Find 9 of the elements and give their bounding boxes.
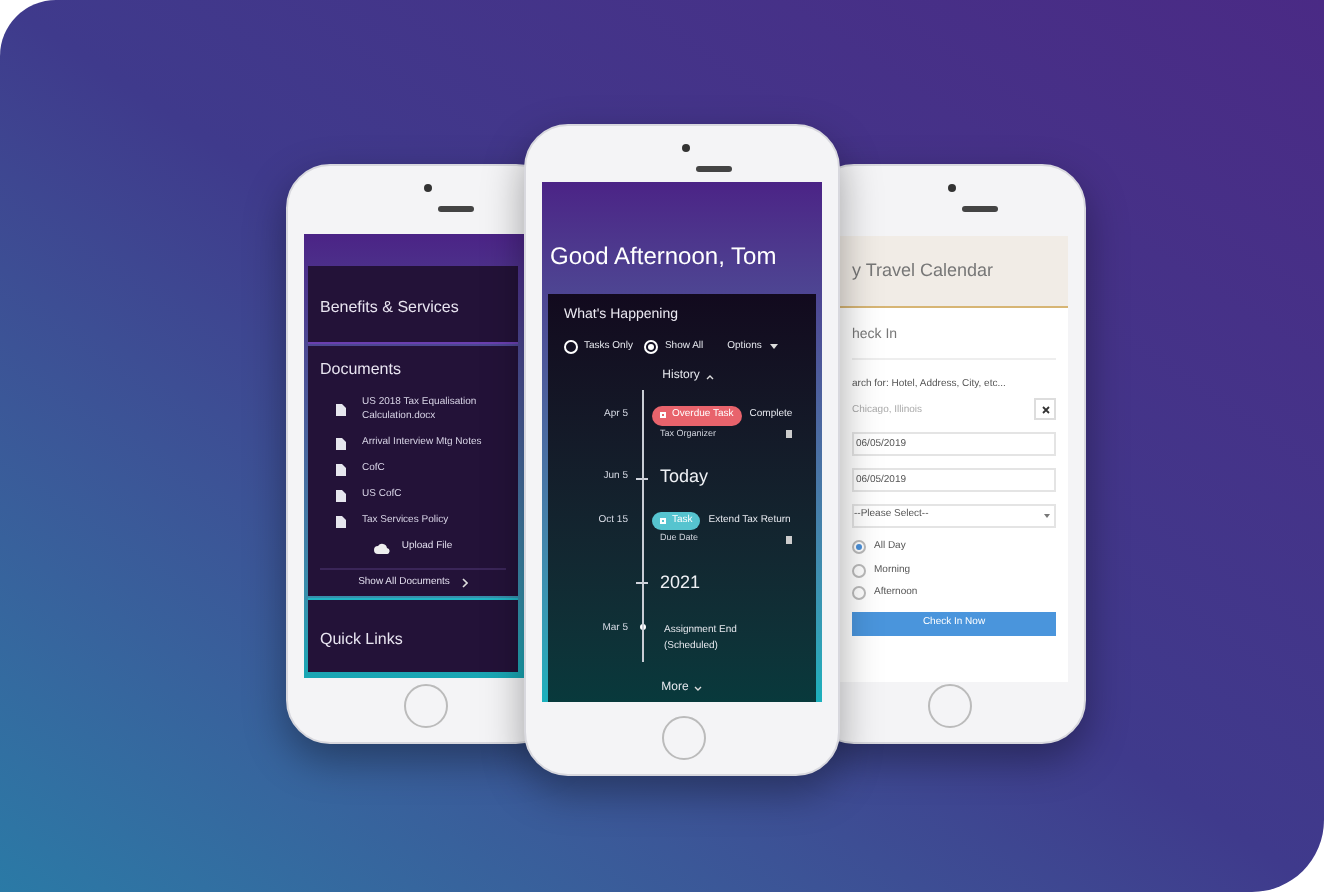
menu-card[interactable]: Quick Links: [308, 598, 518, 672]
menu-label: Quick Links: [320, 630, 403, 648]
greeting-title: Good Afternoon, Tom: [550, 240, 777, 274]
section-title: Documents: [320, 358, 403, 382]
header-title: y Travel Calendar: [852, 257, 994, 284]
menu-card[interactable]: Benefits & Services: [308, 266, 518, 344]
timeline-heading: Today: [660, 464, 709, 491]
menu-label: Benefits & Services: [320, 298, 459, 316]
timeline-heading: 2021: [660, 570, 701, 596]
